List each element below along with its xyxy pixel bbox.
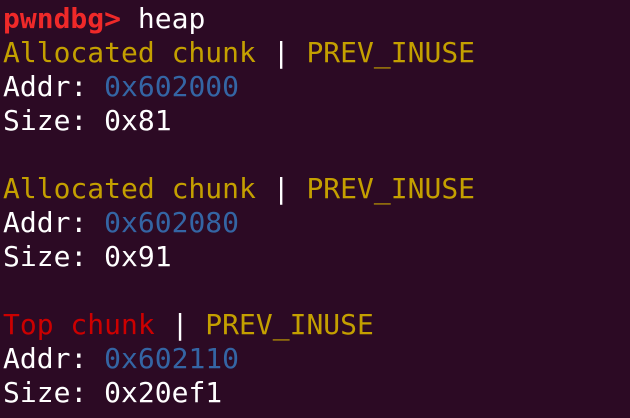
addr-label: Addr: (3, 342, 88, 375)
chunk-flag: PREV_INUSE (205, 308, 374, 341)
addr-label: Addr: (3, 206, 88, 239)
chunk-size: 0x20ef1 (104, 376, 223, 409)
chunk-flag: PREV_INUSE (306, 172, 476, 205)
chunk-separator: | (272, 36, 290, 69)
chunk-size-line: Size: 0x81 (3, 104, 630, 138)
chunk-header: Allocated chunk | PREV_INUSE (3, 172, 630, 206)
terminal-window[interactable]: pwndbg> heap Allocated chunk | PREV_INUS… (0, 0, 630, 418)
chunk-type: Top chunk (3, 308, 155, 341)
chunk-size-line: Size: 0x91 (3, 240, 630, 274)
prompt-line: pwndbg> heap (3, 2, 630, 36)
chunk-header: Top chunk | PREV_INUSE (3, 308, 630, 342)
chunk-size: 0x81 (104, 104, 172, 137)
chunk-type: Allocated chunk (3, 172, 256, 205)
size-label: Size: (3, 376, 88, 409)
chunk-address: 0x602080 (104, 206, 240, 239)
chunk-addr-line: Addr: 0x602110 (3, 342, 630, 376)
size-label: Size: (3, 104, 88, 137)
chunk-address: 0x602110 (104, 342, 240, 375)
chunk-addr-line: Addr: 0x602080 (3, 206, 630, 240)
chunk-separator: | (272, 172, 290, 205)
chunk-addr-line: Addr: 0x602000 (3, 70, 630, 104)
chunk-size: 0x91 (104, 240, 172, 273)
chunk-separator: | (171, 308, 189, 341)
chunk-flag: PREV_INUSE (306, 36, 476, 69)
chunk-size-line: Size: 0x20ef1 (3, 376, 630, 410)
command-text: heap (137, 2, 206, 35)
prompt-label: pwndbg> (3, 2, 122, 35)
chunk-header: Allocated chunk | PREV_INUSE (3, 36, 630, 70)
chunk-type: Allocated chunk (3, 36, 256, 69)
size-label: Size: (3, 240, 88, 273)
chunk-address: 0x602000 (104, 70, 240, 103)
addr-label: Addr: (3, 70, 88, 103)
